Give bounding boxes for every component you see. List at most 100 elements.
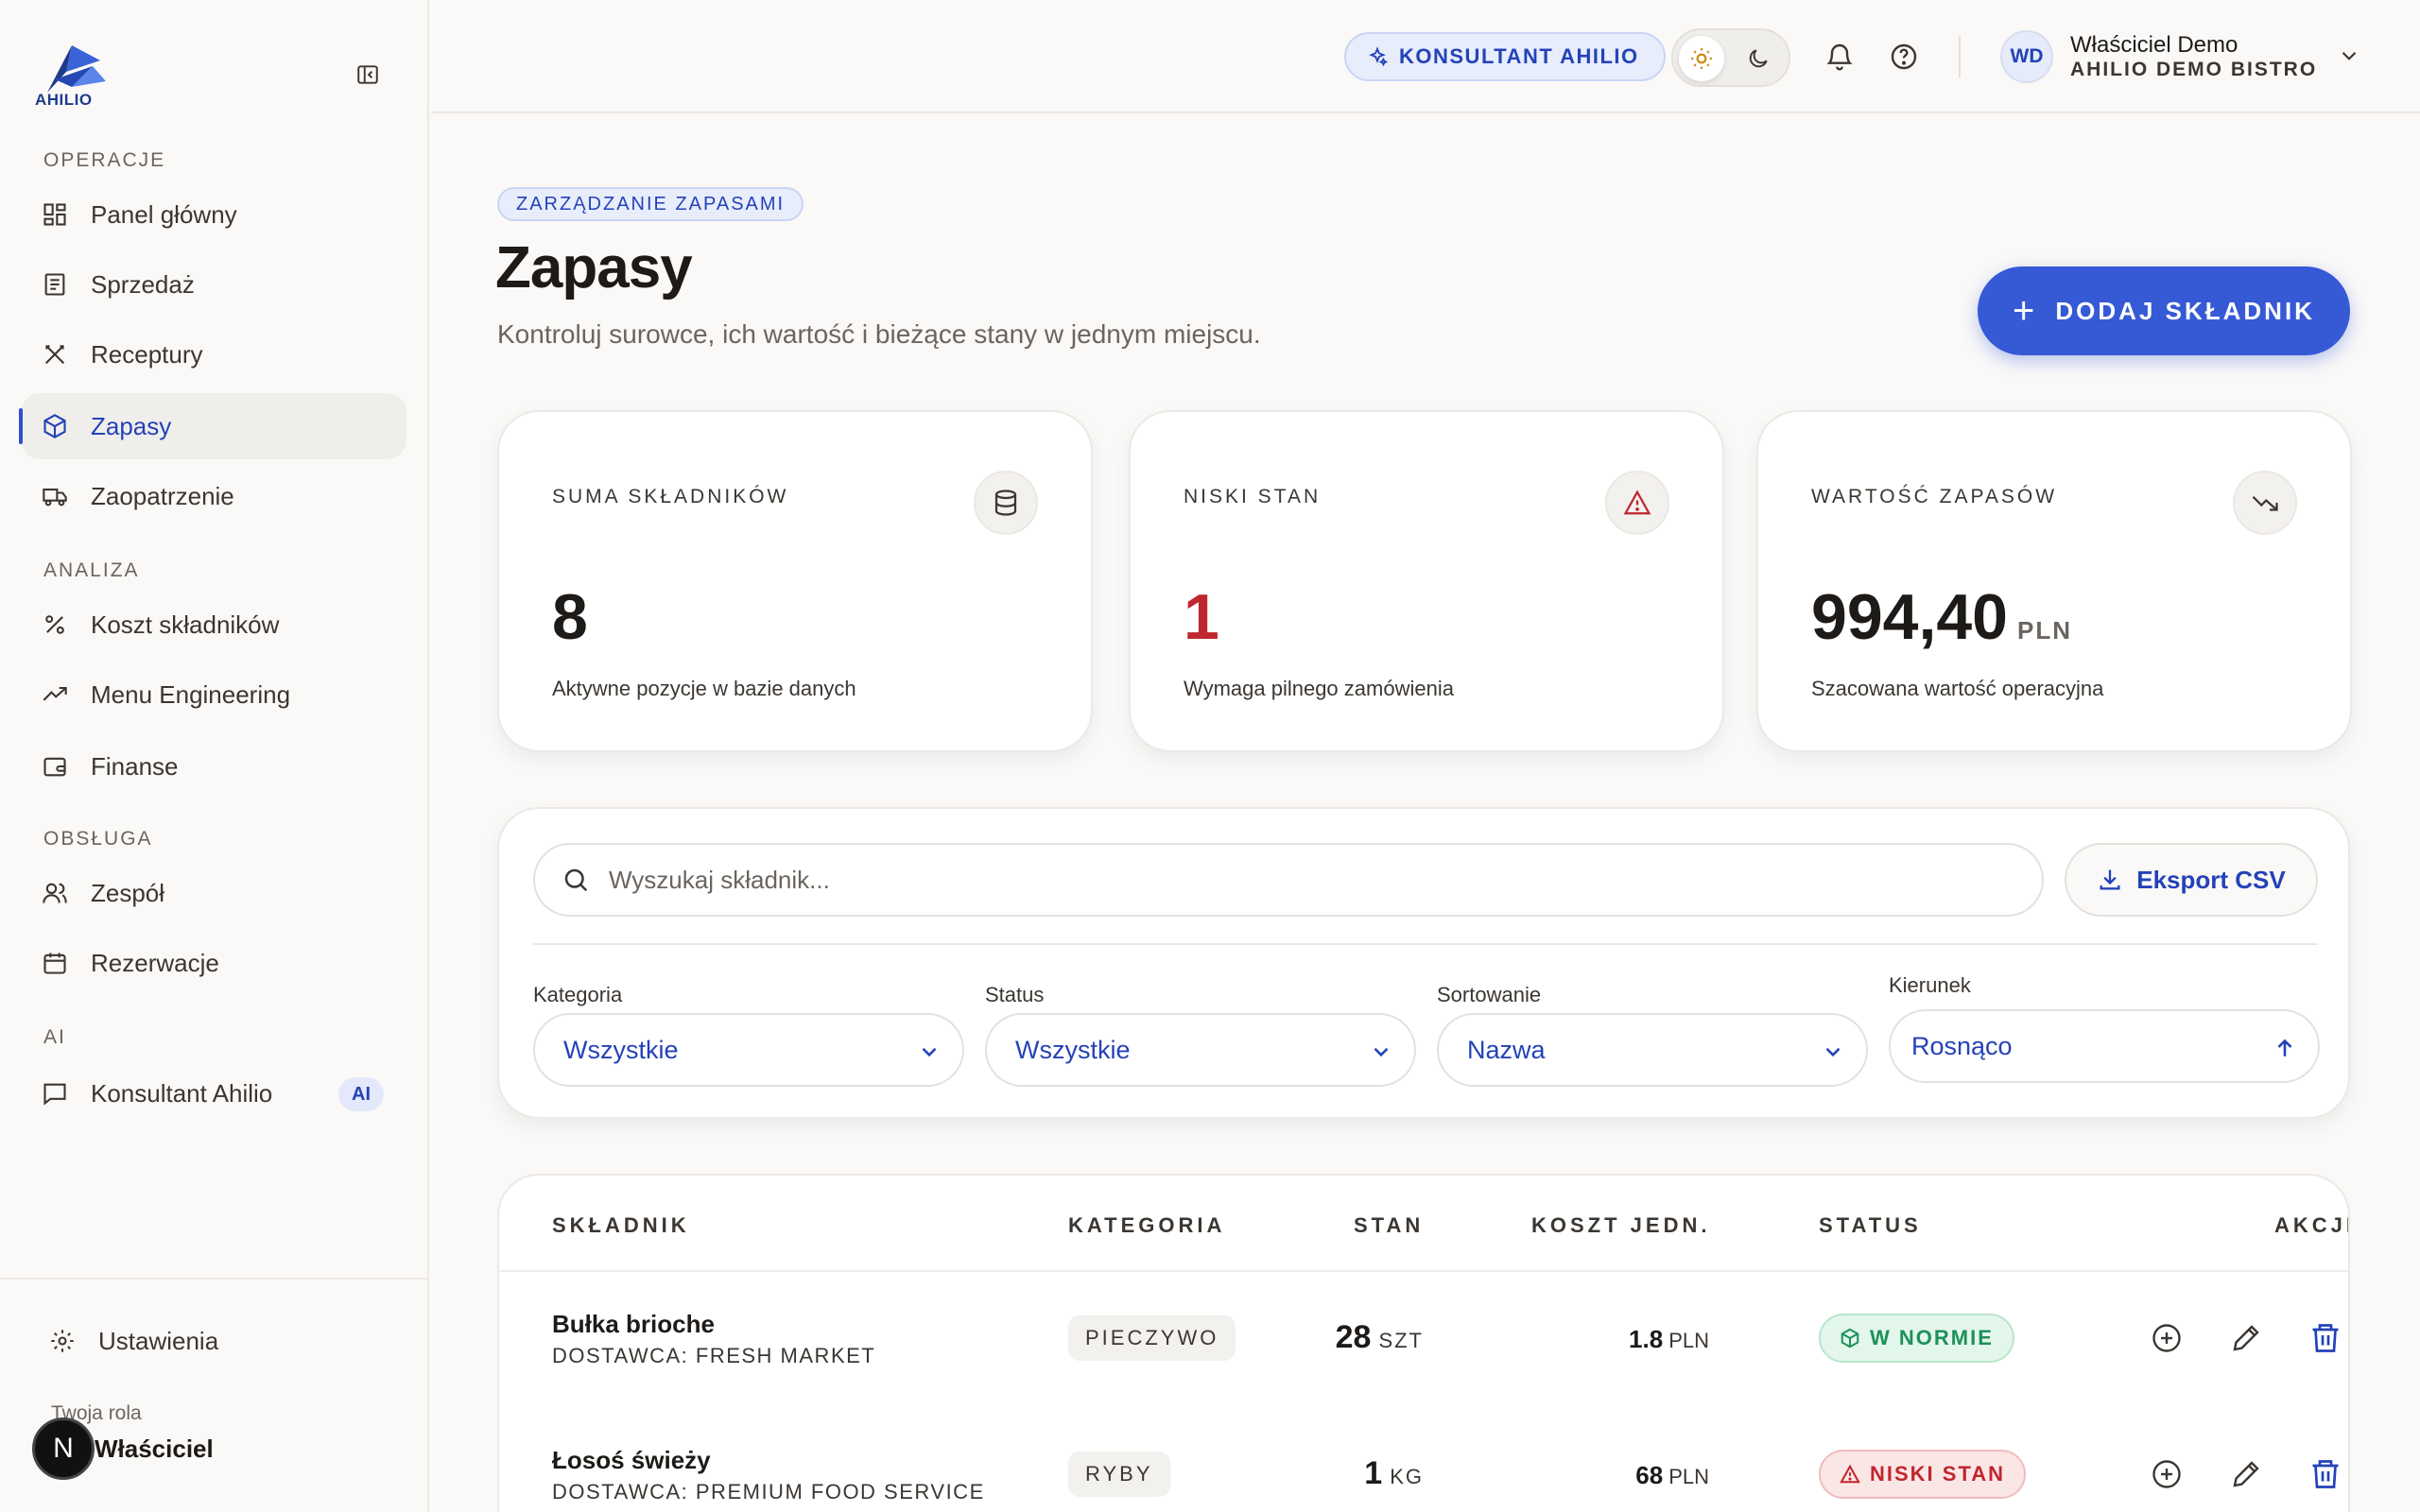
bell-icon[interactable]	[1824, 42, 1855, 72]
stat-card-low-stock: NISKI STAN 1 Wymaga pilnego zamówienia	[1129, 410, 1724, 752]
user-name[interactable]: Właściciel Demo	[2070, 32, 2238, 59]
package-icon	[43, 414, 66, 438]
nav-section-operacje: OPERACJE	[43, 149, 166, 171]
nav-section-analiza: ANALIZA	[43, 559, 140, 581]
category-tag: RYBY	[1068, 1452, 1170, 1497]
sidebar-divider	[0, 1278, 429, 1280]
column-header-koszt[interactable]: KOSZT JEDN.	[1531, 1213, 1710, 1238]
edit-icon[interactable]	[2229, 1321, 2263, 1355]
dark-mode-button[interactable]	[1739, 40, 1777, 77]
sidebar-item-zaopatrzenie[interactable]: Zaopatrzenie	[21, 463, 406, 529]
stock-number: 28	[1335, 1319, 1372, 1355]
stat-unit: PLN	[2016, 616, 2072, 644]
sidebar-item-sprzedaz[interactable]: Sprzedaż	[21, 251, 406, 318]
sidebar-item-ustawienia[interactable]: Ustawienia	[28, 1308, 414, 1374]
plus-icon: +	[2013, 290, 2035, 332]
trash-icon[interactable]	[2308, 1321, 2342, 1355]
trash-icon[interactable]	[2308, 1457, 2342, 1491]
table-row[interactable]: Bułka brioche DOSTAWCA: FRESH MARKET PIE…	[499, 1272, 2348, 1408]
sidebar-item-konsultant-ahilio[interactable]: Konsultant Ahilio AI	[21, 1060, 406, 1126]
status-label: W NORMIE	[1870, 1326, 1994, 1349]
export-csv-button[interactable]: Eksport CSV	[2065, 843, 2318, 917]
sidebar-item-finanse[interactable]: Finanse	[21, 733, 406, 799]
table-row[interactable]: Łosoś świeży DOSTAWCA: PREMIUM FOOD SERV…	[499, 1408, 2348, 1512]
stat-label: NISKI STAN	[1184, 486, 1322, 507]
light-mode-button[interactable]	[1679, 36, 1724, 81]
collapse-sidebar-icon[interactable]	[355, 62, 380, 87]
cost-unit: PLN	[1668, 1465, 1709, 1488]
stat-description: Wymaga pilnego zamówienia	[1184, 677, 1454, 700]
column-header-kategoria[interactable]: KATEGORIA	[1068, 1213, 1225, 1238]
stat-label: SUMA SKŁADNIKÓW	[552, 486, 789, 507]
edit-icon[interactable]	[2229, 1457, 2263, 1491]
sidebar-item-zapasy[interactable]: Zapasy	[19, 393, 406, 459]
unit-cost: 1.8 PLN	[1629, 1325, 1709, 1354]
sort-select-value: Nazwa	[1467, 1035, 1546, 1064]
section-badge: ZARZĄDZANIE ZAPASAMI	[497, 187, 804, 221]
box-icon	[1841, 1328, 1859, 1349]
sun-icon	[1691, 48, 1712, 69]
percent-icon	[45, 615, 64, 634]
cost-number: 1.8	[1629, 1325, 1664, 1353]
utensils-icon	[44, 344, 65, 365]
stat-value-number: 994,40	[1811, 581, 2008, 653]
next-devtools-badge[interactable]: N	[32, 1418, 95, 1480]
cost-number: 68	[1635, 1461, 1664, 1489]
avatar[interactable]: WD	[2000, 30, 2053, 83]
status-badge: NISKI STAN	[1819, 1450, 2027, 1499]
status-select[interactable]: Wszystkie	[985, 1013, 1416, 1087]
ingredient-supplier: DOSTAWCA: FRESH MARKET	[552, 1344, 876, 1367]
sidebar-item-label: Zespół	[91, 878, 165, 907]
ai-badge: AI	[338, 1077, 384, 1111]
moon-icon	[1749, 49, 1768, 68]
stock-unit: KG	[1390, 1465, 1424, 1488]
sidebar-item-receptury[interactable]: Receptury	[21, 321, 406, 387]
status-label: NISKI STAN	[1870, 1462, 2006, 1486]
category-select[interactable]: Wszystkie	[533, 1013, 964, 1087]
konsultant-label: KONSULTANT AHILIO	[1399, 44, 1639, 68]
sidebar-item-menu-engineering[interactable]: Menu Engineering	[21, 662, 406, 728]
stat-description: Aktywne pozycje w bazie danych	[552, 677, 856, 700]
sidebar-item-label: Konsultant Ahilio	[91, 1078, 273, 1108]
trending-up-icon	[43, 686, 67, 701]
status-select-value: Wszystkie	[1015, 1035, 1131, 1064]
theme-toggle[interactable]	[1671, 28, 1790, 87]
sidebar-item-zespol[interactable]: Zespół	[21, 860, 406, 926]
category-select-value: Wszystkie	[563, 1035, 679, 1064]
status-filter-label: Status	[985, 983, 1045, 1006]
stat-card-total: SUMA SKŁADNIKÓW 8 Aktywne pozycje w bazi…	[497, 410, 1093, 752]
add-ingredient-button[interactable]: + DODAJ SKŁADNIK	[1978, 266, 2350, 355]
direction-toggle[interactable]: Rosnąco	[1889, 1009, 2320, 1083]
search-input[interactable]	[609, 865, 1932, 895]
sidebar-item-koszt-skladnikow[interactable]: Koszt składników	[21, 592, 406, 658]
arrow-up-icon	[2277, 1039, 2292, 1057]
add-stock-icon[interactable]	[2150, 1457, 2184, 1491]
column-header-akcje: AKCJE	[2274, 1213, 2348, 1237]
sidebar-item-rezerwacje[interactable]: Rezerwacje	[21, 930, 406, 996]
wallet-icon	[43, 757, 66, 777]
konsultant-ahilio-button[interactable]: KONSULTANT AHILIO	[1344, 32, 1666, 81]
column-header-status[interactable]: STATUS	[1819, 1213, 1922, 1238]
sidebar-item-label: Sprzedaż	[91, 269, 195, 299]
sidebar-item-label: Finanse	[91, 751, 179, 781]
sidebar-item-panel-glowny[interactable]: Panel główny	[21, 181, 406, 248]
sidebar-item-label: Zapasy	[91, 411, 172, 440]
sort-select[interactable]: Nazwa	[1437, 1013, 1868, 1087]
chevron-down-icon	[922, 1047, 937, 1057]
sidebar-item-label: Zaopatrzenie	[91, 481, 234, 510]
stock-value: 28 SZT	[1336, 1319, 1424, 1356]
column-header-stan[interactable]: STAN	[1354, 1213, 1424, 1238]
stat-label: WARTOŚĆ ZAPASÓW	[1811, 486, 2058, 507]
role-value: Właściciel	[95, 1435, 214, 1463]
direction-filter-label: Kierunek	[1889, 973, 1971, 997]
chevron-down-icon[interactable]	[2337, 43, 2361, 68]
search-box[interactable]	[533, 843, 2044, 917]
column-header-skladnik[interactable]: SKŁADNIK	[552, 1213, 690, 1238]
page-title: Zapasy	[495, 235, 693, 301]
inventory-table: SKŁADNIK KATEGORIA STAN KOSZT JEDN. STAT…	[497, 1174, 2350, 1512]
add-stock-icon[interactable]	[2150, 1321, 2184, 1355]
sidebar: AHILIO OPERACJE Panel główny Sprzedaż Re…	[0, 0, 429, 1512]
help-icon[interactable]	[1889, 42, 1919, 72]
export-csv-label: Eksport CSV	[2136, 865, 2286, 894]
stat-description: Szacowana wartość operacyjna	[1811, 677, 2104, 700]
